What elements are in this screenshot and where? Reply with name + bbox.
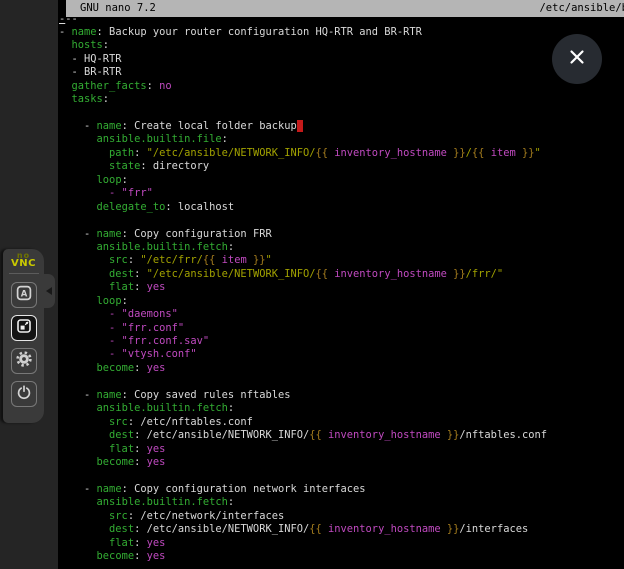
close-button[interactable] bbox=[552, 34, 602, 84]
extra-keys-button[interactable]: A bbox=[11, 282, 37, 308]
fullscreen-icon bbox=[16, 318, 32, 338]
extra-keys-a-icon: A bbox=[16, 285, 32, 305]
terminal-screen[interactable]: GNU nano 7.2 /etc/ansible/b ---- name: B… bbox=[58, 0, 624, 569]
novnc-logo-bottom: VNC bbox=[11, 260, 36, 268]
control-bar-handle[interactable] bbox=[44, 274, 55, 308]
vnc-sidebar-column: no VNC A bbox=[0, 0, 58, 569]
novnc-logo: no VNC bbox=[11, 252, 36, 268]
power-disconnect-icon bbox=[16, 384, 32, 404]
collapse-left-arrow-icon bbox=[46, 287, 52, 295]
settings-button[interactable] bbox=[11, 348, 37, 374]
vnc-control-panel: no VNC A bbox=[3, 249, 44, 423]
editor-text[interactable]: ---- name: Backup your router configurat… bbox=[59, 13, 619, 564]
close-x-icon bbox=[567, 47, 587, 71]
fullscreen-button[interactable] bbox=[11, 315, 37, 341]
settings-gear-icon bbox=[15, 350, 33, 372]
svg-text:A: A bbox=[20, 289, 27, 299]
panel-divider bbox=[9, 273, 39, 274]
disconnect-button[interactable] bbox=[11, 381, 37, 407]
